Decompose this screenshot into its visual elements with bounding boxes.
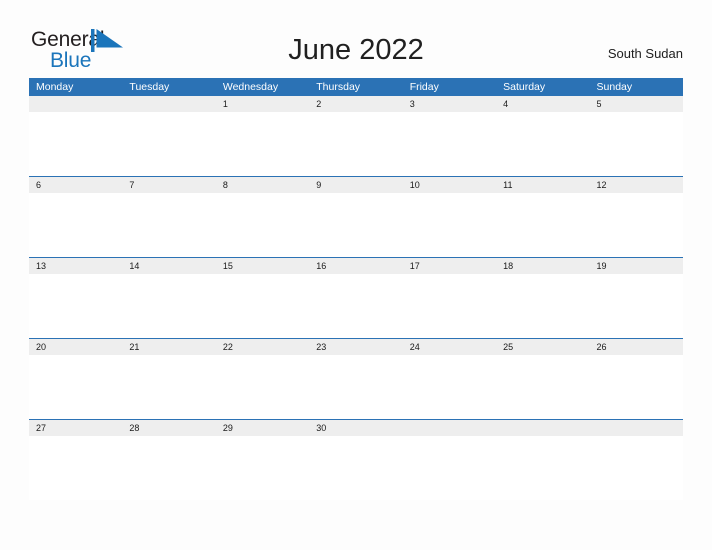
week-date-strip: 6 7 8 9 10 11 12 [29,177,683,193]
week-row: 1 2 3 4 5 [29,96,683,176]
day-cell[interactable] [29,193,122,257]
week-row: 13 14 15 16 17 18 19 [29,257,683,338]
day-number: 19 [596,261,607,271]
weekday-header-sunday: Sunday [596,81,633,93]
day-number: 12 [596,180,607,190]
day-cell[interactable] [496,274,589,338]
day-cell[interactable] [216,112,309,176]
day-number: 5 [596,99,602,109]
day-cell[interactable] [309,274,402,338]
day-number: 3 [409,99,415,109]
weekday-header-thursday: Thursday [316,81,361,93]
day-cell[interactable] [403,355,496,419]
day-number: 25 [503,342,514,352]
day-cell[interactable] [122,436,215,500]
week-date-strip: 13 14 15 16 17 18 19 [29,258,683,274]
day-number: 28 [129,423,140,433]
day-cell[interactable] [496,355,589,419]
week-body-strip [29,112,683,176]
day-number: 29 [222,423,233,433]
day-cell[interactable] [496,193,589,257]
week-body-strip [29,355,683,419]
week-date-strip: 27 28 29 30 [29,420,683,436]
day-cell[interactable] [216,274,309,338]
day-number: 20 [36,342,47,352]
weekday-header-monday: Monday [36,81,74,93]
day-cell[interactable] [29,436,122,500]
day-number: 4 [503,99,509,109]
weekday-header-wednesday: Wednesday [222,81,279,93]
day-cell[interactable] [29,112,122,176]
country-label: South Sudan [607,46,683,61]
day-number: 16 [316,261,327,271]
day-cell[interactable] [403,112,496,176]
day-cell[interactable] [309,193,402,257]
day-cell[interactable] [590,112,683,176]
day-cell[interactable] [309,112,402,176]
calendar-grid: Monday Tuesday Wednesday Thursday Friday… [29,78,683,500]
day-number: 22 [222,342,233,352]
day-number [122,96,215,112]
day-cell[interactable] [403,193,496,257]
day-cell[interactable] [309,355,402,419]
day-number: 9 [316,180,322,190]
weekday-header-friday: Friday [409,81,439,93]
day-cell[interactable] [216,193,309,257]
day-number: 18 [503,261,514,271]
day-number: 11 [503,180,513,190]
day-number: 24 [409,342,420,352]
day-number: 15 [222,261,233,271]
week-row: 20 21 22 23 24 25 26 [29,338,683,419]
day-cell[interactable] [122,274,215,338]
day-cell[interactable] [590,355,683,419]
day-cell[interactable] [29,355,122,419]
day-cell[interactable] [403,274,496,338]
day-number: 8 [222,180,228,190]
week-body-strip [29,436,683,500]
day-number: 27 [36,423,47,433]
day-cell[interactable] [496,436,589,500]
week-body-strip [29,274,683,338]
day-number: 2 [316,99,322,109]
day-cell[interactable] [590,274,683,338]
day-cell[interactable] [496,112,589,176]
week-date-strip: 20 21 22 23 24 25 26 [29,339,683,355]
day-number: 7 [129,180,135,190]
day-number [496,420,589,436]
week-date-strip: 1 2 3 4 5 [29,96,683,112]
day-cell[interactable] [590,436,683,500]
day-number: 30 [316,423,327,433]
page-header: General Blue June 2022 South Sudan [0,0,712,78]
weekday-header-row: Monday Tuesday Wednesday Thursday Friday… [29,78,683,96]
day-cell[interactable] [590,193,683,257]
day-number [590,420,683,436]
day-number: 10 [409,180,420,190]
day-number [403,420,496,436]
day-number: 21 [129,342,140,352]
day-cell[interactable] [403,436,496,500]
day-number: 26 [596,342,607,352]
page-title: June 2022 [288,34,424,66]
day-number: 1 [222,99,228,109]
week-body-strip [29,193,683,257]
day-number: 23 [316,342,327,352]
day-number [29,96,122,112]
day-number: 14 [129,261,140,271]
day-cell[interactable] [216,355,309,419]
week-row: 27 28 29 30 [29,419,683,500]
day-number: 13 [36,261,47,271]
day-cell[interactable] [29,274,122,338]
day-cell[interactable] [216,436,309,500]
weekday-header-saturday: Saturday [503,81,546,93]
day-number: 17 [409,261,420,271]
day-cell[interactable] [122,112,215,176]
week-row: 6 7 8 9 10 11 12 [29,176,683,257]
day-cell[interactable] [122,355,215,419]
day-cell[interactable] [122,193,215,257]
day-cell[interactable] [309,436,402,500]
calendar-page: General Blue June 2022 South Sudan Monda… [0,0,712,550]
day-number: 6 [36,180,42,190]
weekday-header-tuesday: Tuesday [129,81,170,93]
